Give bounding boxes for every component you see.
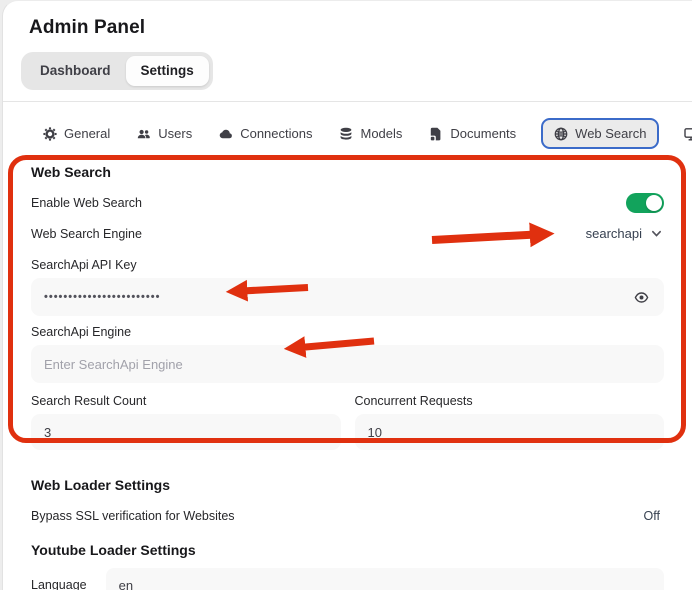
nav-item-web-search[interactable]: Web Search bbox=[541, 118, 659, 149]
language-input[interactable] bbox=[119, 578, 651, 590]
globe-icon bbox=[554, 127, 568, 141]
concurrent-requests-box bbox=[355, 414, 665, 450]
web-search-engine-row: Web Search Engine searchapi bbox=[31, 226, 664, 241]
language-input-box bbox=[106, 568, 664, 590]
api-key-input-box bbox=[31, 278, 664, 316]
web-search-settings-panel: Web Search Enable Web Search Web Search … bbox=[3, 149, 692, 590]
tab-dashboard[interactable]: Dashboard bbox=[25, 56, 126, 86]
nav-item-documents[interactable]: Documents bbox=[429, 126, 516, 141]
searchapi-engine-input[interactable] bbox=[44, 357, 651, 372]
nav-item-connections[interactable]: Connections bbox=[219, 126, 312, 141]
admin-panel-window: Admin Panel Dashboard Settings General bbox=[2, 0, 692, 590]
nav-item-general[interactable]: General bbox=[43, 126, 110, 141]
language-label: Language bbox=[31, 578, 87, 590]
api-key-input[interactable] bbox=[44, 291, 632, 303]
monitor-icon bbox=[684, 127, 692, 141]
nav-item-label: Web Search bbox=[575, 126, 646, 141]
youtube-loader-heading: Youtube Loader Settings bbox=[31, 542, 664, 558]
page-title: Admin Panel bbox=[29, 17, 666, 39]
header: Admin Panel Dashboard Settings bbox=[3, 1, 692, 90]
search-result-count-input[interactable] bbox=[44, 425, 328, 440]
nav-item-users[interactable]: Users bbox=[137, 126, 192, 141]
nav-item-models[interactable]: Models bbox=[339, 126, 402, 141]
search-result-count-box bbox=[31, 414, 341, 450]
admin-tab-switcher: Dashboard Settings bbox=[21, 52, 213, 90]
gear-icon bbox=[43, 127, 57, 141]
language-row: Language bbox=[31, 568, 664, 590]
web-search-engine-value: searchapi bbox=[586, 226, 642, 241]
searchapi-engine-label: SearchApi Engine bbox=[31, 325, 664, 339]
enable-web-search-toggle[interactable] bbox=[626, 193, 664, 213]
database-icon bbox=[339, 127, 353, 141]
web-search-engine-select[interactable]: searchapi bbox=[586, 226, 664, 241]
searchapi-engine-input-box bbox=[31, 345, 664, 383]
enable-web-search-label: Enable Web Search bbox=[31, 196, 142, 210]
toggle-knob bbox=[646, 195, 662, 211]
tab-settings[interactable]: Settings bbox=[126, 56, 209, 86]
document-icon bbox=[429, 127, 443, 141]
nav-item-label: Connections bbox=[240, 126, 312, 141]
bypass-ssl-label: Bypass SSL verification for Websites bbox=[31, 509, 235, 523]
cloud-icon bbox=[219, 127, 233, 141]
api-key-label: SearchApi API Key bbox=[31, 258, 664, 272]
nav-item-label: Documents bbox=[450, 126, 516, 141]
nav-item-label: Models bbox=[360, 126, 402, 141]
settings-nav: General Users Connections bbox=[3, 102, 692, 149]
eye-icon bbox=[634, 290, 649, 305]
users-icon bbox=[137, 127, 151, 141]
nav-item-label: General bbox=[64, 126, 110, 141]
show-api-key-button[interactable] bbox=[632, 288, 651, 307]
nav-item-interface[interactable]: Ir bbox=[684, 126, 692, 141]
search-result-count-label: Search Result Count bbox=[31, 394, 341, 408]
nav-item-label: Users bbox=[158, 126, 192, 141]
web-search-heading: Web Search bbox=[31, 164, 664, 180]
bypass-ssl-toggle-button[interactable]: Off bbox=[640, 507, 664, 525]
web-loader-heading: Web Loader Settings bbox=[31, 477, 664, 493]
enable-web-search-row: Enable Web Search bbox=[31, 193, 664, 213]
chevron-down-icon bbox=[651, 228, 662, 239]
concurrent-requests-label: Concurrent Requests bbox=[355, 394, 665, 408]
web-search-engine-label: Web Search Engine bbox=[31, 227, 142, 241]
bypass-ssl-row: Bypass SSL verification for Websites Off bbox=[31, 507, 664, 525]
concurrent-requests-input[interactable] bbox=[368, 425, 652, 440]
